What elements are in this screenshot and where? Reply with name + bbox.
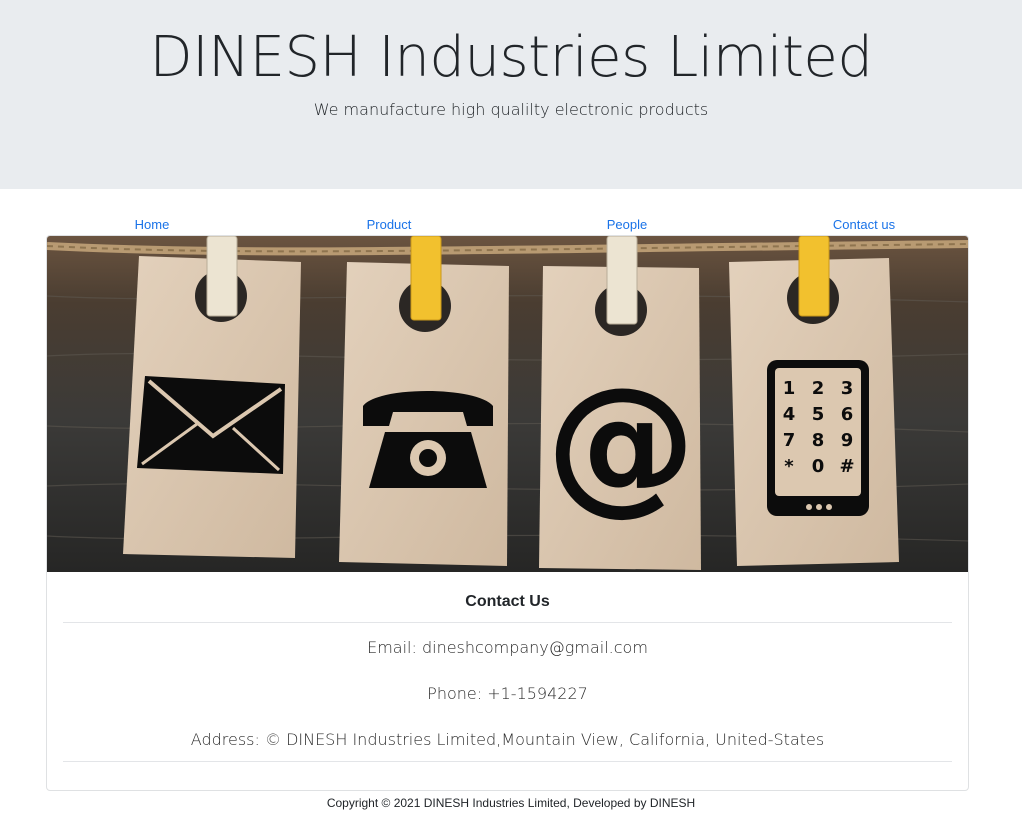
contact-address: Address: © DINESH Industries Limited,Mou…: [190, 730, 825, 749]
keypad-key: #: [839, 456, 854, 477]
keypad-key: 3: [841, 378, 854, 399]
nav-link-product[interactable]: Product: [367, 216, 412, 234]
email-tag: [123, 236, 301, 558]
contact-email: Email: dineshcompany@gmail.com: [367, 638, 648, 657]
site-tagline: We manufacture high qualilty electronic …: [313, 100, 709, 119]
title-divider: [63, 622, 952, 623]
keypad-key: 0: [812, 456, 825, 477]
nav-link-home[interactable]: Home: [135, 216, 170, 234]
at-sign-icon: @: [546, 356, 696, 530]
envelope-icon: [137, 376, 285, 474]
contact-card: @ 1 2 3 4 5 6 7 8 9 * 0 # Contact Us Ema…: [46, 235, 969, 791]
phone-tag: [339, 236, 509, 566]
site-title: DINESH Industries Limited: [149, 25, 873, 90]
keypad-phone-icon: 1 2 3 4 5 6 7 8 9 * 0 #: [767, 360, 869, 516]
page-footer: Copyright © 2021 DINESH Industries Limit…: [0, 795, 1022, 811]
footer-divider: [63, 761, 952, 762]
keypad-key: 5: [812, 404, 825, 425]
keypad-key: 4: [783, 404, 796, 425]
keypad-key: 8: [812, 430, 825, 451]
at-tag: @: [539, 236, 701, 570]
keypad-key: 7: [783, 430, 796, 451]
nav-link-people[interactable]: People: [607, 216, 647, 234]
keypad-key: *: [784, 456, 794, 477]
keypad-tag: 1 2 3 4 5 6 7 8 9 * 0 #: [729, 236, 899, 566]
contact-phone: Phone: +1-1594227: [427, 684, 588, 703]
nav-link-contact[interactable]: Contact us: [833, 216, 895, 234]
copyright-text: Copyright © 2021 DINESH Industries Limit…: [326, 796, 696, 810]
keypad-key: 9: [841, 430, 854, 451]
keypad-key: 1: [783, 378, 796, 399]
jumbotron-header: DINESH Industries Limited We manufacture…: [0, 0, 1022, 189]
keypad-key: 2: [812, 378, 825, 399]
keypad-key: 6: [841, 404, 854, 425]
main-navigation: Home Product People Contact us: [0, 216, 1022, 234]
contact-hero-image: @ 1 2 3 4 5 6 7 8 9 * 0 #: [47, 236, 968, 572]
contact-title: Contact Us: [465, 593, 550, 610]
